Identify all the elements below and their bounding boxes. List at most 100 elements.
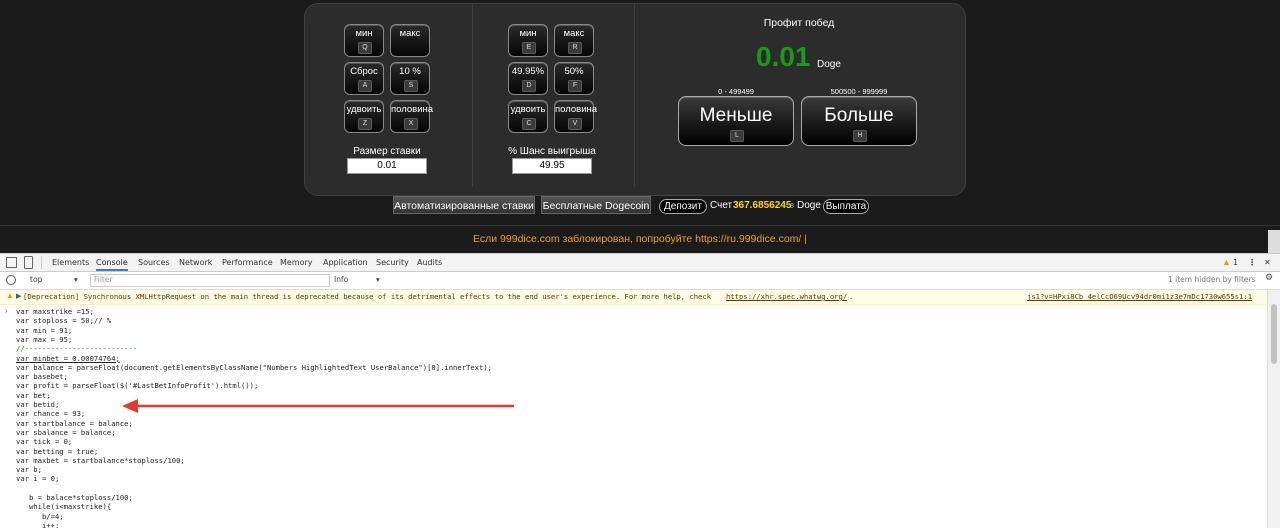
devtools-tab-bar: Elements Console Sources Network Perform… bbox=[0, 254, 1280, 272]
tab-network[interactable]: Network bbox=[179, 254, 212, 271]
button-label: 10 % bbox=[399, 66, 421, 77]
panel-divider bbox=[472, 4, 473, 187]
code-line: b/=4; bbox=[16, 511, 64, 521]
chevron-down-icon: ▾ bbox=[376, 275, 380, 284]
win-chance-label: % Шанс выигрыша bbox=[508, 146, 596, 157]
page-scrollbar[interactable] bbox=[1268, 230, 1280, 253]
prompt-arrow-icon: › bbox=[5, 306, 8, 315]
inspect-element-icon[interactable] bbox=[6, 257, 17, 268]
hotkey-badge: X bbox=[404, 118, 418, 130]
hidden-items-info: 1 item hidden by filters bbox=[1168, 275, 1256, 284]
button-label: половина bbox=[391, 104, 434, 115]
high-range-label: 500500 - 999999 bbox=[830, 87, 888, 96]
balance-currency: Doge bbox=[797, 200, 821, 211]
code-line: while(i<maxstrike){ bbox=[16, 502, 112, 512]
tab-elements[interactable]: Elements bbox=[52, 254, 89, 271]
annotation-arrow bbox=[122, 399, 514, 413]
code-line: var maxstrike =15; bbox=[16, 307, 94, 316]
console-scrollbar[interactable] bbox=[1267, 290, 1280, 528]
log-level-select[interactable]: Info bbox=[334, 275, 348, 284]
bet-max-button[interactable]: макс bbox=[390, 24, 430, 57]
tab-console[interactable]: Console bbox=[96, 254, 128, 271]
code-line: var sbalance = balance; bbox=[16, 427, 116, 437]
free-dogecoin-tab[interactable]: Бесплатные Dogecoin bbox=[541, 196, 651, 214]
code-line: var bet; bbox=[16, 390, 51, 400]
hotkey-badge: L bbox=[730, 130, 744, 142]
console-filter-bar: top ▾ Filter Info ▾ 1 item hidden by fil… bbox=[0, 272, 1280, 290]
code-line: var i = 0; bbox=[16, 474, 60, 484]
withdraw-button[interactable]: Выплата bbox=[823, 199, 869, 214]
chevron-down-icon: ▾ bbox=[74, 275, 78, 284]
profit-amount: 0.01 bbox=[756, 41, 811, 72]
button-label: 49.95% bbox=[511, 66, 545, 77]
bet-half-button[interactable]: половина X bbox=[390, 100, 434, 133]
devtools-panel: Elements Console Sources Network Perform… bbox=[0, 253, 1280, 528]
profit-title: Профит побед bbox=[763, 17, 835, 29]
chance-50-button[interactable]: 50% F bbox=[554, 62, 594, 95]
code-line: var chance = 93; bbox=[16, 409, 86, 419]
hotkey-badge: D bbox=[522, 80, 536, 92]
win-chance-input[interactable]: 49.95 bbox=[512, 158, 592, 174]
bet-high-button[interactable]: Больше H bbox=[801, 96, 917, 146]
site-area: мин Q макс Сброс A 10 % S удвоить Z половина… bbox=[0, 0, 1280, 253]
auto-bets-tab[interactable]: Автоматизированные ставки bbox=[393, 196, 535, 214]
device-toolbar-icon[interactable] bbox=[24, 256, 33, 269]
chance-min-button[interactable]: мин E bbox=[508, 24, 548, 57]
warning-suffix: . bbox=[849, 292, 854, 301]
chance-double-button[interactable]: удвоить C bbox=[508, 100, 548, 133]
code-line: var stoploss = 50;// % bbox=[16, 316, 112, 326]
console-output: ▲ ▶ [Deprecation] Synchronous XMLHttpReq… bbox=[0, 290, 1268, 528]
filter-input[interactable] bbox=[90, 274, 330, 287]
warning-link[interactable]: https://xhr.spec.whatwg.org/ bbox=[726, 292, 847, 301]
chance-half-button[interactable]: половина V bbox=[554, 100, 597, 133]
context-select[interactable]: top bbox=[30, 275, 42, 284]
bet-size-input[interactable]: 0.01 bbox=[347, 158, 427, 174]
bet-reset-button[interactable]: Сброс A bbox=[344, 62, 384, 95]
close-icon[interactable]: ✕ bbox=[1264, 254, 1271, 271]
code-line: var min = 91; bbox=[16, 325, 73, 335]
hotkey-badge: E bbox=[522, 42, 536, 54]
warning-text: [Deprecation] Synchronous XMLHttpRequest… bbox=[23, 292, 712, 301]
bet-min-button[interactable]: мин Q bbox=[344, 24, 384, 57]
settings-gear-icon[interactable]: ⚙ bbox=[1265, 273, 1273, 283]
bet-low-button[interactable]: Меньше L bbox=[678, 96, 794, 146]
tab-performance[interactable]: Performance bbox=[222, 254, 273, 271]
deprecation-warning: ▲ ▶ [Deprecation] Synchronous XMLHttpReq… bbox=[0, 290, 1268, 305]
tab-security[interactable]: Security bbox=[376, 254, 409, 271]
hotkey-badge: R bbox=[568, 42, 582, 54]
scrollbar-thumb[interactable] bbox=[1271, 304, 1277, 364]
tab-application[interactable]: Application bbox=[323, 254, 368, 271]
button-label: макс bbox=[563, 28, 585, 39]
tab-memory[interactable]: Memory bbox=[280, 254, 313, 271]
hotkey-badge: A bbox=[358, 80, 372, 92]
button-label: Сброс bbox=[350, 66, 378, 77]
hotkey-badge: Z bbox=[358, 118, 372, 130]
more-menu-icon[interactable]: ⋮ bbox=[1248, 254, 1256, 271]
bet-double-button[interactable]: удвоить Z bbox=[344, 100, 384, 133]
profit-currency: Doge bbox=[817, 59, 841, 70]
expand-arrow-icon[interactable]: ▶ bbox=[16, 292, 21, 300]
tab-audits[interactable]: Audits bbox=[417, 254, 442, 271]
divider bbox=[0, 225, 1280, 226]
clear-console-icon[interactable] bbox=[6, 275, 16, 285]
button-label: удвоить bbox=[510, 104, 546, 115]
warning-source-link[interactable]: js1?v=HPxi8Cb_4elCcO69Ucv94dr0mi1z3e7mDc… bbox=[1027, 292, 1252, 301]
chance-4995-button[interactable]: 49.95% D bbox=[508, 62, 548, 95]
code-line: var betid; bbox=[16, 400, 60, 409]
deposit-button[interactable]: Депозит bbox=[659, 199, 707, 214]
mirror-notice: Если 999dice.com заблокирован, попробуйт… bbox=[473, 233, 807, 245]
tab-sources[interactable]: Sources bbox=[138, 254, 170, 271]
button-label: 50% bbox=[564, 66, 584, 77]
code-line: //-------------------------- bbox=[16, 344, 138, 354]
code-line: var betting = true; bbox=[16, 446, 99, 456]
bet-ten-percent-button[interactable]: 10 % S bbox=[390, 62, 430, 95]
chance-max-button[interactable]: макс R bbox=[554, 24, 594, 57]
panel-divider bbox=[634, 4, 635, 187]
hotkey-badge: Q bbox=[358, 42, 372, 54]
code-line: var profit = parseFloat($('#LastBetInfoP… bbox=[16, 381, 259, 391]
warning-icon[interactable]: ▲ bbox=[1222, 257, 1231, 267]
hotkey-badge: V bbox=[568, 118, 582, 130]
code-line: var minbet = 0.00074764; bbox=[16, 353, 120, 363]
account-label: Счет bbox=[710, 200, 733, 211]
low-range-label: 0 - 499499 bbox=[718, 87, 754, 96]
